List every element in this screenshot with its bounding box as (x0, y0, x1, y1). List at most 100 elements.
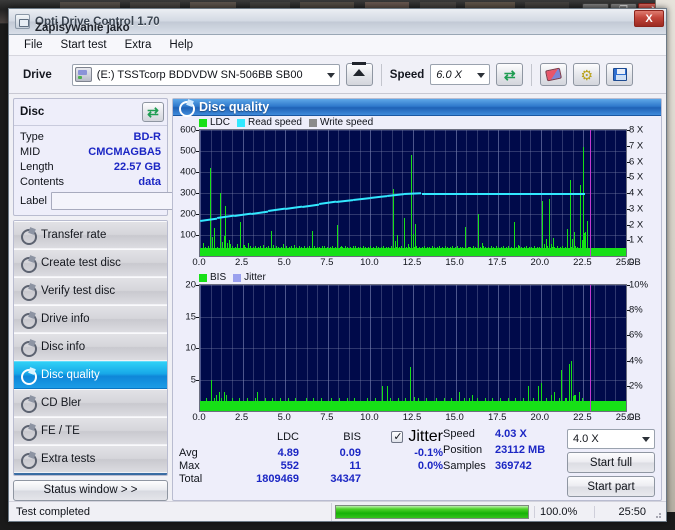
legend-label: Read speed (248, 117, 302, 128)
avg-ldc-value: 4.89 (277, 447, 299, 459)
x-tick-label: 12.5 (402, 257, 422, 268)
y2-tick-label: 6% (629, 329, 643, 341)
test-speed-value: 4.0 X (573, 433, 599, 445)
desktop-root: — ❐ X Opti Drive Control 1.70 Zapisywani… (0, 0, 675, 530)
disc-contents-value: data (138, 175, 161, 188)
settings-button[interactable]: ⚙ (573, 63, 601, 86)
disc-panel: Disc ⇄ Type BD-R MID CMCMAGBA5 Length 22… (13, 98, 255, 216)
samples-readout-value: 369742 (495, 460, 532, 472)
sidebar-item-label: CD Bler (41, 397, 82, 409)
sidebar-item-cd-bler[interactable]: CD Bler (14, 389, 167, 417)
sidebar-item-verify-test-disc[interactable]: Verify test disc (14, 277, 167, 305)
status-window-button[interactable]: Status window > > (13, 479, 168, 501)
y2-tick-label: 7 X (629, 140, 644, 152)
sidebar-item-disc-info[interactable]: Disc info (14, 333, 167, 361)
app-icon (15, 14, 30, 29)
position-readout-label: Position (443, 444, 483, 456)
status-message: Test completed (16, 505, 90, 518)
disc-mid-label: MID (20, 145, 41, 158)
y-tick-label: 100 (180, 229, 196, 241)
disc-row-length: Length 22.57 GB (20, 159, 161, 174)
eject-button[interactable] (345, 62, 373, 86)
sidebar-item-disc-quality[interactable]: Disc quality (14, 361, 167, 389)
save-button[interactable] (606, 63, 634, 86)
disc-icon (179, 100, 195, 117)
disc-row-mid: MID CMCMAGBA5 (20, 144, 161, 159)
y-tick-label: 15 (185, 311, 196, 322)
ldc-y-axis-right: 1 X 2 X 3 X 4 X 5 X 6 X 7 X 8 X (627, 125, 661, 257)
drive-select[interactable]: (E:) TSSTcorp BDDVDW SN-506BB SB00 (71, 63, 340, 86)
legend-label: BIS (210, 272, 227, 283)
legend-swatch-icon (233, 273, 242, 282)
menu-item-file[interactable]: File (15, 37, 52, 53)
sidebar-item-transfer-rate[interactable]: Transfer rate (14, 221, 167, 249)
y-tick-label: 600 (180, 124, 196, 136)
chevron-down-icon (477, 72, 486, 78)
jitter-checkbox[interactable] (391, 430, 404, 443)
disc-type-label: Type (20, 130, 44, 143)
sidebar-item-fe-te[interactable]: FE / TE (14, 417, 167, 445)
x-tick-label: 0.0 (192, 257, 206, 268)
sidebar-filler (14, 473, 167, 475)
menu-item-help[interactable]: Help (160, 37, 202, 53)
menu-item-extra[interactable]: Extra (116, 37, 161, 53)
progress-cell (331, 502, 532, 521)
disc-refresh-button[interactable]: ⇄ (142, 102, 164, 122)
max-ldc-value: 552 (280, 460, 299, 472)
start-full-button[interactable]: Start full (567, 452, 655, 473)
sidebar-item-drive-info[interactable]: Drive info (14, 305, 167, 333)
test-speed-select[interactable]: 4.0 X (567, 429, 655, 449)
menu-bar: File Start test Extra Help (9, 35, 666, 56)
x-tick-label: 15.0 (445, 412, 464, 423)
disc-icon (21, 284, 37, 301)
column-header-ldc: LDC (276, 431, 299, 443)
sidebar-nav: Transfer rate Create test disc Verify te… (13, 220, 168, 476)
y-tick-label: 200 (180, 208, 196, 220)
test-controls: 4.0 X Start full Start part (567, 428, 655, 497)
y-tick-label: 20 (185, 279, 196, 291)
samples-readout-label: Samples (443, 460, 486, 472)
resize-grip[interactable] (652, 506, 664, 518)
avg-jitter-value: -0.1% (414, 447, 443, 459)
row-label-total: Total (179, 473, 203, 485)
refresh-button[interactable]: ⇄ (496, 63, 524, 86)
sidebar-item-label: Extra tests (41, 453, 96, 465)
disc-quality-panel: Disc quality LDC Read speed Write speed … (172, 98, 662, 501)
disc-length-value: 22.57 GB (113, 160, 161, 173)
y2-tick-label: 2 X (629, 219, 644, 230)
disc-type-value: BD-R (133, 130, 162, 143)
sidebar-item-label: Transfer rate (41, 229, 107, 241)
drive-icon (74, 67, 92, 82)
elapsed-time: 25:50 (594, 505, 650, 518)
sidebar-item-extra-tests[interactable]: Extra tests (14, 445, 167, 473)
chevron-down-icon (642, 437, 650, 442)
toolbar-separator (380, 63, 382, 86)
readout-values: Speed 4.03 X Position 23112 MB Samples 3… (443, 428, 561, 490)
y2-tick-label: 8% (629, 304, 643, 316)
y-tick-label: 400 (180, 166, 196, 178)
bis-x-axis: 0.0 2.5 5.0 7.5 10.0 12.5 15.0 17.5 20.0 22.5 25.0… (173, 412, 661, 426)
speed-select[interactable]: 6.0 X (430, 64, 491, 85)
toolbar-separator (531, 63, 533, 86)
bis-y-axis-left: 5 10 15 20 (173, 280, 199, 412)
disc-icon (21, 340, 37, 357)
legend-label: LDC (210, 117, 231, 128)
y2-tick-label: 8 X (629, 124, 644, 136)
max-jitter-value: 0.0% (417, 460, 443, 472)
disc-icon (21, 368, 37, 385)
jitter-header: Jitter (361, 428, 443, 446)
legend-swatch-icon (237, 118, 246, 127)
title-bar: Opti Drive Control 1.70 Zapisywanie jako… (9, 9, 666, 35)
y-tick-label: 10 (185, 342, 196, 354)
start-part-button[interactable]: Start part (567, 476, 655, 497)
max-bis-value: 11 (349, 460, 361, 472)
bis-y-axis-right: 2% 4% 6% 8% 10% (627, 280, 661, 412)
ldc-plot-area (199, 129, 627, 257)
sidebar-item-label: Verify test disc (41, 285, 116, 297)
panel-header: Disc quality (173, 99, 661, 117)
sidebar-item-create-test-disc[interactable]: Create test disc (14, 249, 167, 277)
y2-tick-label: 2% (629, 380, 643, 392)
menu-item-start-test[interactable]: Start test (52, 37, 116, 53)
close-button[interactable]: X (634, 10, 664, 27)
erase-button[interactable] (540, 63, 568, 86)
